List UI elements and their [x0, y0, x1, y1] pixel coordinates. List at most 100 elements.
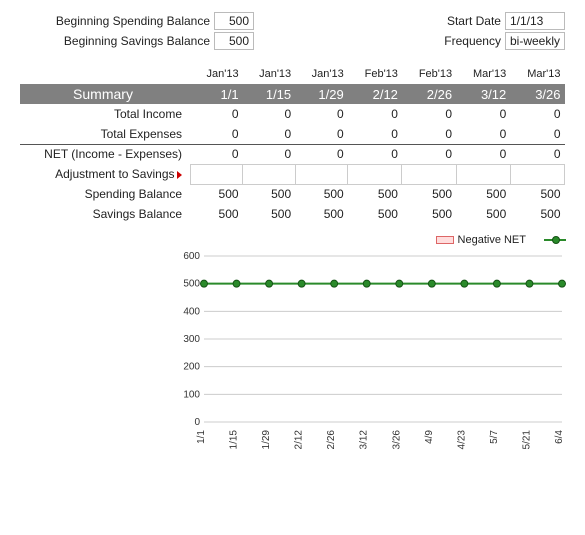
date-cell: 3/12: [456, 84, 510, 104]
savings-balance-row: Savings Balance 500 500 500 500 500 500 …: [20, 204, 565, 224]
frequency-input[interactable]: bi-weekly: [505, 32, 565, 50]
balance-chart: 0 100 200 300 400 500 600 1/1 1/15 1/29 2/12 2/26 3/…: [170, 250, 570, 470]
svg-text:300: 300: [183, 334, 200, 345]
svg-text:200: 200: [183, 362, 200, 373]
date-cell: 2/26: [402, 84, 456, 104]
cell: 500: [190, 204, 243, 224]
row-label: NET (Income - Expenses): [20, 144, 190, 164]
cell: 500: [456, 184, 510, 204]
cell: 0: [456, 124, 510, 144]
row-label: Spending Balance: [20, 184, 190, 204]
cell: 500: [348, 184, 402, 204]
cell: 500: [456, 204, 510, 224]
date-cell: 1/29: [295, 84, 348, 104]
cell: 500: [295, 184, 348, 204]
cell: 0: [402, 124, 456, 144]
svg-text:1/15: 1/15: [229, 430, 240, 450]
cell: 500: [348, 204, 402, 224]
cell: 0: [510, 104, 564, 124]
cell: 0: [190, 144, 243, 164]
cell: 0: [348, 124, 402, 144]
adjustment-cell[interactable]: [402, 164, 456, 184]
svg-text:100: 100: [183, 389, 200, 400]
legend-label: Negative NET: [458, 234, 526, 246]
month-cell: Jan'13: [243, 64, 296, 84]
svg-text:1/29: 1/29: [261, 430, 272, 450]
cell: 500: [402, 184, 456, 204]
svg-text:600: 600: [183, 251, 200, 262]
svg-text:2/12: 2/12: [294, 430, 305, 450]
cell: 500: [295, 204, 348, 224]
cell: 0: [510, 124, 564, 144]
adjustment-cell[interactable]: [190, 164, 243, 184]
cell: 0: [295, 124, 348, 144]
legend-negative-net: Negative NET: [436, 234, 526, 246]
left-input-group: Beginning Spending Balance 500 Beginning…: [20, 12, 254, 50]
cell: 0: [295, 104, 348, 124]
svg-text:1/1: 1/1: [196, 430, 207, 444]
cell: 0: [510, 144, 564, 164]
cell: 0: [456, 144, 510, 164]
date-cell: 1/1: [190, 84, 243, 104]
date-cell: 3/26: [510, 84, 564, 104]
month-cell: Mar'13: [510, 64, 564, 84]
adjustment-cell[interactable]: [243, 164, 296, 184]
svg-text:500: 500: [183, 279, 200, 290]
chart-container: Negative NET 0 100 200 300 400 500 600 1/1 1/15 1…: [170, 234, 570, 470]
row-label: Total Income: [20, 104, 190, 124]
summary-label: Summary: [20, 84, 190, 104]
month-header-row: Jan'13 Jan'13 Jan'13 Feb'13 Feb'13 Mar'1…: [20, 64, 565, 84]
svg-text:6/4: 6/4: [554, 430, 565, 444]
row-label: Savings Balance: [20, 204, 190, 224]
svg-text:5/21: 5/21: [521, 430, 532, 450]
cell: 0: [402, 104, 456, 124]
svg-text:2/26: 2/26: [326, 430, 337, 450]
row-label: Total Expenses: [20, 124, 190, 144]
svg-text:4/9: 4/9: [424, 430, 435, 444]
beg-savings-input[interactable]: 500: [214, 32, 254, 50]
series-swatch-icon: [544, 239, 566, 241]
month-cell: Jan'13: [190, 64, 243, 84]
chart-legend: Negative NET: [170, 234, 570, 246]
comment-indicator-icon[interactable]: [177, 171, 182, 179]
svg-text:5/7: 5/7: [489, 430, 500, 444]
cell: 500: [510, 204, 564, 224]
cell: 0: [243, 104, 296, 124]
cell: 0: [243, 124, 296, 144]
right-input-group: Start Date 1/1/13 Frequency bi-weekly: [431, 12, 565, 50]
cell: 0: [348, 104, 402, 124]
month-cell: Mar'13: [456, 64, 510, 84]
cell: 0: [456, 104, 510, 124]
start-date-input[interactable]: 1/1/13: [505, 12, 565, 30]
start-date-label: Start Date: [431, 14, 501, 28]
spending-balance-row: Spending Balance 500 500 500 500 500 500…: [20, 184, 565, 204]
cell: 500: [402, 204, 456, 224]
top-inputs: Beginning Spending Balance 500 Beginning…: [20, 12, 565, 50]
negative-net-swatch-icon: [436, 236, 454, 244]
cell: 0: [402, 144, 456, 164]
cell: 0: [190, 124, 243, 144]
net-row: NET (Income - Expenses) 0 0 0 0 0 0 0: [20, 144, 565, 164]
adjustment-cell[interactable]: [348, 164, 402, 184]
svg-text:400: 400: [183, 306, 200, 317]
adjustment-row: Adjustment to Savings: [20, 164, 565, 184]
adjustment-cell[interactable]: [456, 164, 510, 184]
cell: 0: [348, 144, 402, 164]
svg-text:3/26: 3/26: [391, 430, 402, 450]
adjustment-cell[interactable]: [295, 164, 348, 184]
adjustment-label-text: Adjustment to Savings: [55, 167, 174, 181]
date-cell: 2/12: [348, 84, 402, 104]
month-cell: Feb'13: [348, 64, 402, 84]
row-label: Adjustment to Savings: [20, 164, 190, 184]
cell: 500: [243, 184, 296, 204]
month-cell: Feb'13: [402, 64, 456, 84]
svg-text:3/12: 3/12: [359, 430, 370, 450]
cell: 0: [295, 144, 348, 164]
beg-spending-label: Beginning Spending Balance: [20, 14, 210, 28]
summary-table: Jan'13 Jan'13 Jan'13 Feb'13 Feb'13 Mar'1…: [20, 64, 565, 224]
beg-savings-label: Beginning Savings Balance: [20, 34, 210, 48]
total-income-row: Total Income 0 0 0 0 0 0 0: [20, 104, 565, 124]
adjustment-cell[interactable]: [510, 164, 564, 184]
beg-spending-input[interactable]: 500: [214, 12, 254, 30]
svg-text:0: 0: [194, 417, 200, 428]
